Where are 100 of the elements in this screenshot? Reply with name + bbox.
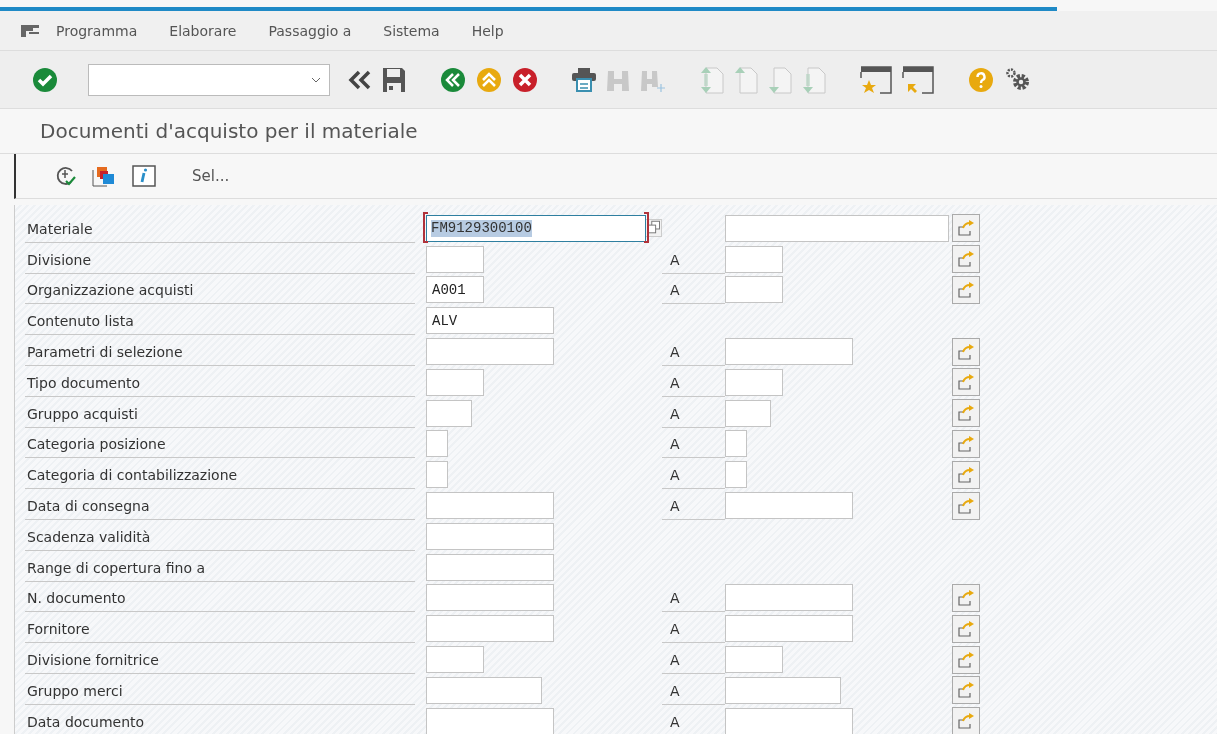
arrow-out-icon <box>958 589 974 606</box>
multiple-selection-button[interactable] <box>952 676 980 705</box>
window-star-icon[interactable] <box>860 65 892 94</box>
multiple-selection-button[interactable] <box>952 707 980 734</box>
input-field[interactable] <box>426 492 554 520</box>
menu-icon[interactable] <box>20 23 40 38</box>
menu-item[interactable]: Help <box>471 22 504 39</box>
arrow-out-icon <box>958 343 974 360</box>
arrow-out-icon <box>958 220 974 237</box>
input-field[interactable] <box>725 214 949 242</box>
range-to-label: A <box>669 250 681 270</box>
multiple-selection-button[interactable] <box>952 399 980 428</box>
input-field[interactable] <box>725 646 783 674</box>
input-field[interactable] <box>426 399 472 427</box>
input-field[interactable] <box>426 553 554 581</box>
input-field[interactable] <box>725 707 853 734</box>
menu-item[interactable]: Passaggio a <box>268 22 352 39</box>
field-label: Gruppo merci <box>25 675 415 705</box>
multiple-selection-button[interactable] <box>952 460 980 489</box>
input-field[interactable] <box>725 338 853 366</box>
help-icon[interactable] <box>968 66 994 93</box>
input-field[interactable] <box>426 676 542 704</box>
cancel-icon[interactable] <box>512 66 538 93</box>
arrow-out-icon <box>958 282 974 298</box>
menu-item[interactable]: Programma <box>56 22 138 39</box>
input-field[interactable] <box>725 584 853 612</box>
input-field[interactable] <box>725 245 783 273</box>
double-chevron-icon[interactable] <box>348 68 372 91</box>
input-field[interactable] <box>426 430 448 458</box>
range-to-label: A <box>669 712 681 732</box>
input-field[interactable] <box>426 245 484 273</box>
variants-icon[interactable] <box>92 165 116 187</box>
input-field[interactable]: ALV <box>426 307 554 335</box>
settings-icon[interactable] <box>1004 66 1032 93</box>
page-arrow-icon[interactable] <box>802 65 826 94</box>
multiple-selection-button[interactable] <box>952 337 980 366</box>
input-field[interactable] <box>725 492 853 520</box>
input-field[interactable] <box>725 461 747 489</box>
field-label: Data documento <box>25 706 415 734</box>
page-arrow-icon[interactable] <box>700 65 724 94</box>
input-field[interactable]: A001 <box>426 276 484 304</box>
range-to-label: A <box>669 466 681 486</box>
multiple-selection-button[interactable] <box>952 429 980 458</box>
input-field[interactable] <box>426 338 554 366</box>
dropdown-icon[interactable] <box>311 76 321 83</box>
arrow-out-icon <box>958 251 974 268</box>
exit-icon[interactable] <box>476 66 502 93</box>
selection-button[interactable]: Sel... <box>192 167 230 185</box>
arrow-out-icon <box>958 374 974 391</box>
multiple-selection-button[interactable] <box>952 583 980 612</box>
input-field[interactable] <box>725 615 853 643</box>
multiple-selection-button[interactable] <box>952 645 980 674</box>
input-field[interactable] <box>426 522 554 550</box>
range-to-label: A <box>669 620 681 640</box>
input-field[interactable] <box>725 676 841 704</box>
arrow-out-icon <box>958 651 974 668</box>
input-field[interactable] <box>426 584 554 612</box>
multiple-selection-button[interactable] <box>952 276 980 304</box>
page-arrow-icon[interactable] <box>768 65 792 94</box>
field-label: Materiale <box>25 213 415 243</box>
input-field[interactable] <box>426 461 448 489</box>
input-field[interactable] <box>725 430 747 458</box>
multiple-selection-button[interactable] <box>952 368 980 397</box>
input-field[interactable] <box>725 368 783 396</box>
range-to-label: A <box>669 651 681 671</box>
multiple-selection-button[interactable] <box>952 245 980 274</box>
window-arrow-icon[interactable] <box>902 65 934 94</box>
arrow-out-icon <box>958 713 974 730</box>
back-icon[interactable] <box>440 66 466 93</box>
input-field[interactable] <box>426 646 484 674</box>
menu-item[interactable]: Elaborare <box>169 22 237 39</box>
field-label: Divisione fornitrice <box>25 645 415 675</box>
multiple-selection-button[interactable] <box>952 614 980 643</box>
input-field[interactable] <box>725 276 783 304</box>
field-label: Scadenza validità <box>25 521 415 551</box>
field-label: Fornitore <box>25 614 415 644</box>
multiple-selection-button[interactable] <box>952 214 980 243</box>
arrow-out-icon <box>958 435 974 452</box>
arrow-out-icon <box>958 466 974 483</box>
field-label: N. documento <box>25 583 415 613</box>
multiple-selection-button[interactable] <box>952 491 980 520</box>
range-to-label: A <box>669 281 681 301</box>
field-label: Contenuto lista <box>25 306 415 336</box>
field-label: Categoria posizione <box>25 429 415 459</box>
save-icon[interactable] <box>382 66 406 93</box>
range-to-label: A <box>669 343 681 363</box>
range-to-label: A <box>669 373 681 393</box>
input-field[interactable] <box>725 399 771 427</box>
input-field[interactable] <box>426 707 554 734</box>
input-field[interactable] <box>426 368 484 396</box>
print-icon[interactable] <box>572 66 596 93</box>
input-field[interactable] <box>426 615 554 643</box>
menu-item[interactable]: Sistema <box>383 22 440 39</box>
command-field[interactable] <box>88 63 330 96</box>
info-icon[interactable] <box>132 165 156 187</box>
arrow-out-icon <box>958 620 974 637</box>
check-icon[interactable] <box>32 66 58 93</box>
execute-icon[interactable] <box>54 165 76 187</box>
screen-title: Documenti d'acquisto per il materiale <box>40 119 418 143</box>
page-arrow-icon[interactable] <box>734 65 758 94</box>
